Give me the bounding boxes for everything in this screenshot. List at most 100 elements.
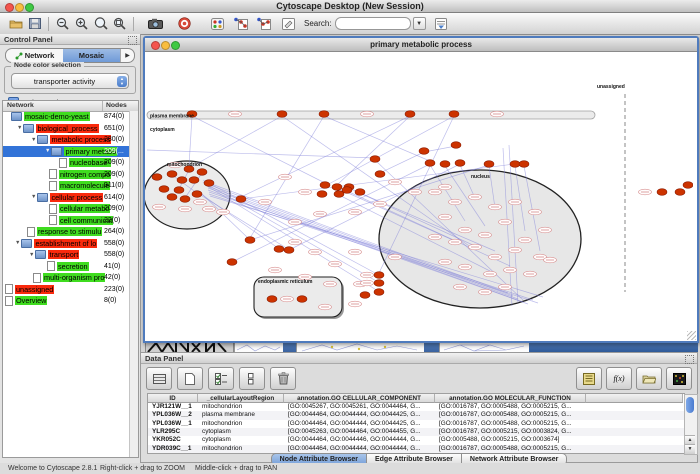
graph-node[interactable] [425, 160, 435, 167]
table-column-header[interactable]: annotation.GO CELLULAR_COMPONENT [284, 394, 435, 403]
table-column-header[interactable] [586, 394, 683, 403]
tree-item-overview[interactable]: Overview8(0) [3, 295, 129, 307]
network-doc-button-1[interactable] [231, 15, 250, 32]
node-grid-button[interactable] [208, 15, 227, 32]
graph-node[interactable] [284, 247, 294, 254]
table-cell[interactable]: mitochondrion [202, 420, 282, 428]
zoom-in-button[interactable] [72, 15, 91, 32]
graph-node[interactable] [297, 296, 307, 303]
table-scrollbar[interactable]: ▲ ▼ [684, 394, 698, 455]
table-cell[interactable]: mitochondrion [202, 403, 282, 411]
graph-node[interactable] [405, 111, 415, 118]
resize-grip[interactable] [687, 331, 696, 340]
table-cell[interactable]: mitochondrion [202, 445, 282, 453]
graph-node[interactable] [657, 189, 667, 196]
network-canvas[interactable]: plasma membranecytoplasmmitochondrionnuc… [145, 52, 693, 337]
attribute-table[interactable]: ID_cellularLayoutRegionannotation.GO CEL… [147, 393, 685, 454]
search-options-button[interactable] [432, 15, 451, 32]
graph-node[interactable] [675, 189, 685, 196]
network-window-titlebar[interactable]: primary metabolic process [145, 38, 697, 52]
attribute-list-button[interactable] [576, 367, 602, 390]
disclosure-triangle-icon[interactable]: ▼ [31, 194, 36, 200]
table-cell[interactable]: [GO:0016787, GO:0005215, GO:0003824, G..… [439, 428, 584, 436]
graph-node[interactable] [204, 180, 214, 187]
new-attribute-button[interactable] [177, 367, 203, 390]
disclosure-triangle-icon[interactable]: ▼ [17, 125, 22, 131]
zoom-selected-button[interactable] [91, 15, 110, 32]
zoom-out-button[interactable] [53, 15, 72, 32]
table-scrollbar-thumb[interactable] [686, 397, 694, 413]
graph-node[interactable] [519, 161, 529, 168]
tree-item-primary-metabo[interactable]: ▼primary metabo209(... [3, 146, 129, 158]
search-dropdown-button[interactable]: ▼ [413, 17, 426, 30]
graph-node[interactable] [374, 280, 384, 287]
tab-mosaic[interactable]: Mosaic [63, 49, 120, 62]
graph-node[interactable] [197, 169, 207, 176]
disclosure-triangle-icon[interactable]: ▼ [29, 252, 34, 258]
matrix-button[interactable] [666, 367, 692, 390]
tree-item-secretion[interactable]: secretion41(0) [3, 261, 129, 273]
graph-node[interactable] [419, 148, 429, 155]
graph-node[interactable] [332, 184, 342, 191]
graph-node[interactable] [236, 196, 246, 203]
open-button[interactable] [6, 15, 25, 32]
graph-node[interactable] [484, 161, 494, 168]
graph-node[interactable] [177, 177, 187, 184]
graph-node[interactable] [245, 237, 255, 244]
graph-node[interactable] [355, 189, 365, 196]
graph-node[interactable] [374, 289, 384, 296]
graph-node[interactable] [174, 187, 184, 194]
table-cell[interactable]: cytoplasm [202, 436, 282, 444]
attribute-grid-button[interactable] [146, 367, 172, 390]
float-data-panel-icon[interactable] [685, 355, 694, 364]
disclosure-triangle-icon[interactable]: ▼ [15, 240, 20, 246]
graph-node[interactable] [267, 296, 277, 303]
graph-node[interactable] [374, 272, 384, 279]
table-cell[interactable]: [GO:0044464, GO:0044446, GO:0044444, G..… [288, 436, 433, 444]
tab-network[interactable]: Network [6, 49, 63, 62]
graph-node[interactable] [440, 161, 450, 168]
table-cell[interactable]: [GO:0045267, GO:0045261, GO:0044464, G..… [288, 403, 433, 411]
float-panel-icon[interactable] [128, 36, 137, 45]
table-cell[interactable]: [GO:0016787, GO:0005488, GO:0005215, G..… [439, 403, 584, 411]
graph-node[interactable] [317, 191, 327, 198]
annotation-doc-button[interactable] [279, 15, 298, 32]
table-cell[interactable]: [GO:0044464, GO:0044444, GO:0044444, G..… [288, 445, 433, 453]
table-cell[interactable]: YLR295C [152, 428, 196, 436]
graph-node[interactable] [319, 111, 329, 118]
table-cell[interactable]: [GO:0016787, GO:0005488, GO:0005215, G..… [439, 420, 584, 428]
unselect-attributes-button[interactable] [239, 367, 265, 390]
table-column-header[interactable]: ID [148, 394, 198, 403]
table-cell[interactable]: [GO:0016787, GO:0005488, GO:0005215, G..… [439, 445, 584, 453]
graph-node[interactable] [227, 259, 237, 266]
table-cell[interactable]: YKR052C [152, 436, 196, 444]
table-cell[interactable]: [GO:0044464, GO:0044444, GO:0044425, G..… [288, 411, 433, 419]
table-cell[interactable]: plasma membrane [202, 411, 282, 419]
table-column-header[interactable]: _cellularLayoutRegion [198, 394, 284, 403]
graph-node[interactable] [192, 191, 202, 198]
graph-node[interactable] [370, 156, 380, 163]
graph-node[interactable] [451, 142, 461, 149]
tree-item-mosaic-demo-yeast[interactable]: mosaic-demo-yeast874(0) [3, 111, 129, 123]
table-cell[interactable]: YPL036W__1 [152, 420, 196, 428]
snapshot-button[interactable] [146, 15, 165, 32]
tree-item-multi-organism-pro[interactable]: multi-organism pro42(0) [3, 272, 129, 284]
tree-scrollbar[interactable] [129, 111, 138, 457]
formula-button[interactable]: f(x) [606, 367, 632, 390]
search-input[interactable] [335, 17, 411, 30]
disclosure-triangle-icon[interactable]: ▼ [31, 137, 36, 143]
graph-node[interactable] [683, 182, 693, 189]
graph-node[interactable] [455, 160, 465, 167]
graph-node[interactable] [277, 111, 287, 118]
zoom-fit-button[interactable] [110, 15, 129, 32]
disclosure-triangle-icon[interactable]: ▼ [45, 148, 50, 154]
tree-item-cellular-metabo[interactable]: cellular metabo209(0) [3, 203, 129, 215]
table-cell[interactable]: [GO:0045263, GO:0044464, GO:0044455, G..… [288, 428, 433, 436]
tree-item-metabolic-process[interactable]: ▼metabolic process280(0) [3, 134, 129, 146]
graph-node[interactable] [510, 161, 520, 168]
graph-node[interactable] [274, 246, 284, 253]
tree-item-cell-communicat[interactable]: cell communicat22(0) [3, 215, 129, 227]
graph-node[interactable] [167, 194, 177, 201]
tree-item-unassigned[interactable]: unassigned223(0) [3, 284, 129, 296]
table-cell[interactable]: [GO:0016787, GO:0005488, GO:0005215, G..… [439, 411, 584, 419]
